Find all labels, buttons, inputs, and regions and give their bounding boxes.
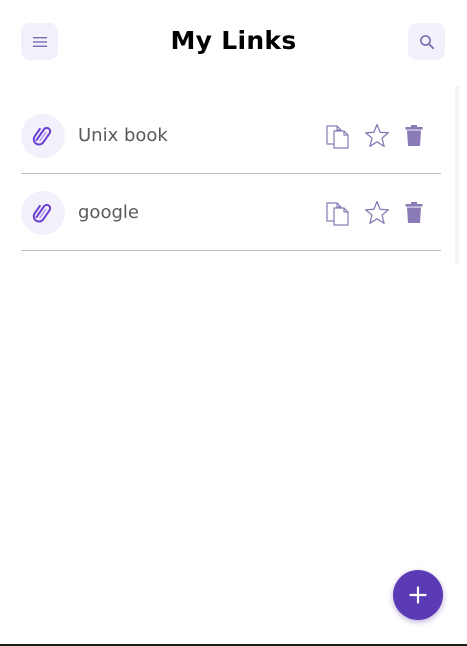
copy-icon (326, 201, 349, 226)
link-avatar (21, 190, 65, 235)
trash-icon (405, 124, 423, 146)
links-list: Unix book google (21, 98, 441, 252)
app-window: My Links Unix book google (0, 0, 467, 646)
delete-button[interactable] (401, 121, 427, 151)
copy-button[interactable] (323, 121, 353, 151)
search-button[interactable] (408, 23, 445, 60)
paperclip-icon (32, 126, 52, 145)
paperclip-icon (32, 203, 52, 222)
copy-button[interactable] (323, 198, 353, 228)
star-icon (364, 200, 390, 224)
star-button[interactable] (362, 121, 392, 151)
delete-button[interactable] (401, 198, 427, 228)
add-link-button[interactable] (393, 570, 443, 620)
item-actions (323, 175, 427, 250)
link-avatar (21, 113, 65, 158)
list-item[interactable]: google (21, 175, 441, 251)
plus-icon (409, 586, 427, 604)
star-button[interactable] (362, 198, 392, 228)
search-icon (419, 34, 434, 49)
page-title: My Links (170, 26, 297, 55)
list-item[interactable]: Unix book (21, 98, 441, 174)
star-icon (364, 123, 390, 147)
copy-icon (326, 124, 349, 149)
item-actions (323, 98, 427, 173)
app-header: My Links (0, 0, 467, 84)
trash-icon (405, 201, 423, 223)
scrollbar[interactable] (455, 86, 459, 264)
